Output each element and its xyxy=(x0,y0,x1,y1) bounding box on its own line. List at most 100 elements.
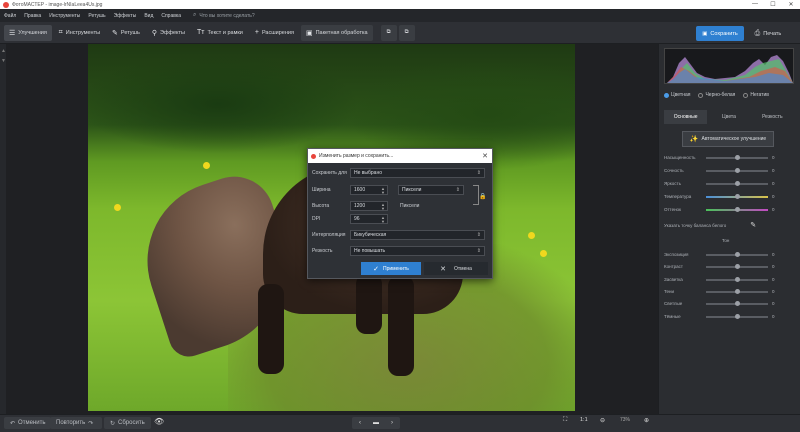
tab-tools[interactable]: ⌗ Инструменты xyxy=(54,25,105,41)
color-mode-group: Цветная Черно-белая Негатив xyxy=(664,92,777,98)
slider-temperature[interactable]: Температура 0 xyxy=(664,192,780,202)
reset-button[interactable]: ↻ Сбросить xyxy=(104,417,151,429)
tab-extensions[interactable]: + Расширения xyxy=(250,25,299,41)
slider-knob[interactable] xyxy=(735,194,740,199)
minimize-button[interactable]: — xyxy=(746,1,764,8)
tab-improvements[interactable]: ☰ Улучшения xyxy=(4,24,52,41)
tab-retouch[interactable]: ✎ Ретушь xyxy=(107,25,145,41)
slider-knob[interactable] xyxy=(735,207,740,212)
interp-select[interactable]: Бикубическая ⇕ xyxy=(350,230,485,240)
slider-value: 0 xyxy=(772,264,775,269)
updown-icon: ⇕ xyxy=(476,248,481,254)
slider-value: 0 xyxy=(772,277,775,282)
slider-vibrance[interactable]: Сочность 0 xyxy=(664,166,780,176)
menu-file[interactable]: Файл xyxy=(4,13,16,19)
height-input[interactable]: 1200 ▲ ▼ xyxy=(350,201,388,211)
magic-wand-icon: ✨ xyxy=(689,136,699,143)
cancel-button[interactable]: ✕ Отмена xyxy=(424,262,488,275)
tab-basic[interactable]: Основные xyxy=(664,110,708,124)
menu-view[interactable]: Вид xyxy=(144,13,153,19)
print-button[interactable]: ⎙ Печать xyxy=(748,26,788,41)
spin-icon[interactable]: ▲ ▼ xyxy=(381,187,385,195)
main-toolbar: ☰ Улучшения ⌗ Инструменты ✎ Ретушь ⚲ Эффекты… xyxy=(0,22,800,44)
menu-retouch[interactable]: Ретушь xyxy=(88,13,105,19)
wb-label: Указать точку баланса белого xyxy=(664,222,727,228)
redo-icon: ↷ xyxy=(88,420,94,427)
fit-screen-icon[interactable]: ⛶ xyxy=(563,417,567,424)
slider-whites[interactable]: Светлые 0 xyxy=(664,299,780,309)
slider-contrast[interactable]: Контраст 0 xyxy=(664,262,780,272)
unit-select[interactable]: Пиксели ⇕ xyxy=(398,185,464,195)
save-button[interactable]: ▣ Сохранить xyxy=(696,26,744,41)
height-value: 1200 xyxy=(354,203,366,209)
mode-bw[interactable]: Черно-белая xyxy=(698,92,735,98)
dialog-close-icon[interactable]: ✕ xyxy=(482,152,488,160)
slider-knob[interactable] xyxy=(735,289,740,294)
crop-icon: ⌗ xyxy=(58,28,63,36)
text-icon: Tт xyxy=(197,29,205,36)
mode-negative[interactable]: Негатив xyxy=(743,92,769,98)
tab-effects[interactable]: ⚲ Эффекты xyxy=(147,25,190,41)
slider-brightness[interactable]: Яркость 0 xyxy=(664,179,780,189)
slider-knob[interactable] xyxy=(735,168,740,173)
tab-sharpness[interactable]: Резкость xyxy=(751,110,794,124)
auto-enhance-button[interactable]: ✨ Автоматическое улучшение xyxy=(682,131,774,147)
maximize-button[interactable]: ☐ xyxy=(764,1,782,8)
zoom-actual-button[interactable]: 1:1 xyxy=(580,417,588,423)
lock-icon[interactable]: 🔒 xyxy=(479,193,486,200)
close-button[interactable]: ✕ xyxy=(782,1,800,8)
slider-tint[interactable]: Оттенок 0 xyxy=(664,205,780,215)
slider-value: 0 xyxy=(772,168,775,173)
menu-tools[interactable]: Инструменты xyxy=(49,13,80,19)
slider-shadows[interactable]: Тени 0 xyxy=(664,287,780,297)
history-button[interactable]: ⧉ xyxy=(398,24,415,41)
interp-row: Интерполяция Бикубическая ⇕ xyxy=(312,230,485,240)
slider-name: Тени xyxy=(664,289,674,294)
tab-label: Инструменты xyxy=(65,29,101,36)
tab-label: Пакетная обработка xyxy=(315,29,368,36)
tab-text-frames[interactable]: Tт Текст и рамки xyxy=(192,25,248,41)
radio-off-icon xyxy=(743,92,749,98)
apply-button[interactable]: ✓ Применить xyxy=(361,262,421,275)
slider-exposure[interactable]: Экспозиция 0 xyxy=(664,250,780,260)
menu-edit[interactable]: Правка xyxy=(24,13,41,19)
zoom-in-icon[interactable]: ⊕ xyxy=(644,417,649,424)
save-for-select[interactable]: Не выбрано ⇕ xyxy=(350,168,485,178)
slider-saturation[interactable]: Насыщенность 0 xyxy=(664,153,780,163)
folder-icon[interactable]: ▬ xyxy=(368,417,384,429)
zoom-out-icon[interactable]: ⊖ xyxy=(600,417,605,424)
width-input[interactable]: 1600 ▲ ▼ xyxy=(350,185,388,195)
spin-icon[interactable]: ▲ ▼ xyxy=(381,203,385,211)
menu-help[interactable]: Справка xyxy=(161,13,181,19)
compare-button[interactable]: ⧉ xyxy=(380,24,397,41)
slider-highlights[interactable]: Засветка 0 xyxy=(664,275,780,285)
prev-image-icon[interactable]: ‹ xyxy=(352,417,368,429)
next-image-icon[interactable]: › xyxy=(384,417,400,429)
slider-knob[interactable] xyxy=(735,155,740,160)
menu-effects[interactable]: Эффекты xyxy=(114,13,137,19)
panel-tabs: Основные Цвета Резкость xyxy=(664,110,794,124)
slider-knob[interactable] xyxy=(735,301,740,306)
unit-value: Пиксели xyxy=(402,187,422,193)
slider-blacks[interactable]: Тёмные 0 xyxy=(664,312,780,322)
command-search[interactable]: ⌕ Что вы хотите сделать? xyxy=(193,12,255,19)
tab-colors[interactable]: Цвета xyxy=(707,110,750,124)
redo-button[interactable]: Повторить ↷ xyxy=(50,417,103,429)
slider-knob[interactable] xyxy=(735,277,740,282)
apply-label: Применить xyxy=(383,265,409,272)
slider-knob[interactable] xyxy=(735,264,740,269)
slider-name: Насыщенность xyxy=(664,155,696,160)
tab-batch[interactable]: ▣ Пакетная обработка xyxy=(300,24,373,41)
spin-icon[interactable]: ▲ ▼ xyxy=(381,216,385,224)
eye-icon[interactable]: 👁 xyxy=(154,417,164,426)
slider-knob[interactable] xyxy=(735,252,740,257)
slider-knob[interactable] xyxy=(735,314,740,319)
sharp-select[interactable]: Не повышать ⇕ xyxy=(350,246,485,256)
slider-value: 0 xyxy=(772,252,775,257)
sharp-row: Резкость Не повышать ⇕ xyxy=(312,246,485,256)
eyedropper-icon[interactable]: ✎ xyxy=(750,221,756,229)
undo-button[interactable]: ↶ Отменить xyxy=(4,417,52,429)
slider-knob[interactable] xyxy=(735,181,740,186)
dpi-input[interactable]: 96 ▲ ▼ xyxy=(350,214,388,224)
mode-color[interactable]: Цветная xyxy=(664,92,690,98)
